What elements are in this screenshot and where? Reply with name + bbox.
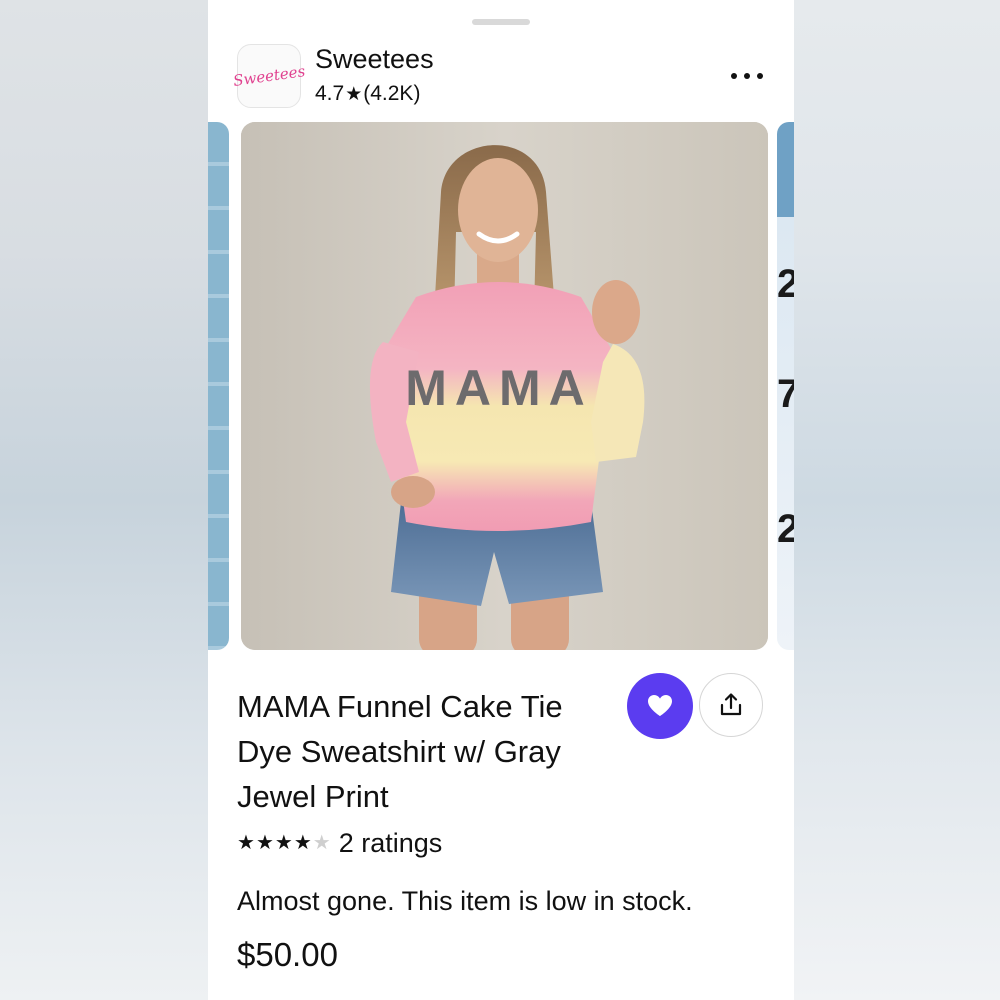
star-rating: ★ ★ ★ ★ ★ [237, 833, 331, 853]
product-image[interactable]: MAMA [241, 122, 768, 650]
favorite-button[interactable] [627, 673, 693, 739]
shirt-print-text: MAMA [405, 360, 593, 416]
previous-image-peek[interactable] [208, 122, 229, 650]
share-icon [720, 693, 742, 716]
shop-rating-count: (4.2K) [363, 82, 421, 105]
share-button[interactable] [699, 673, 763, 737]
peek-digit: 2 [777, 262, 794, 306]
star-filled-icon: ★ [237, 832, 255, 854]
background-blur-left [0, 0, 208, 1000]
shop-rating: 4.7★(4.2K) [315, 82, 420, 106]
shop-logo[interactable]: Sweetees [232, 44, 306, 108]
listing-sheet: Sweetees Sweetees 4.7★(4.2K) MAMA 2 7 2 … [208, 0, 794, 1000]
shop-name[interactable]: Sweetees [315, 44, 434, 75]
star-filled-icon: ★ [255, 832, 274, 854]
heart-icon [648, 695, 672, 716]
peek-digit: 2 [777, 507, 794, 551]
more-horizontal-icon [731, 73, 737, 79]
star-empty-icon: ★ [312, 832, 331, 854]
more-options-button[interactable] [727, 62, 767, 90]
shop-rating-star-icon: ★ [345, 84, 363, 105]
background-blur-right [794, 0, 1000, 1000]
star-filled-icon: ★ [274, 832, 293, 854]
sheet-grabber[interactable] [472, 19, 530, 25]
product-price: $50.00 [237, 936, 338, 973]
star-filled-icon: ★ [293, 832, 312, 854]
product-title: MAMA Funnel Cake Tie Dye Sweatshirt w/ G… [237, 689, 563, 814]
shop-logo-text: Sweetees [231, 62, 307, 90]
shop-rating-value: 4.7 [315, 82, 345, 105]
ratings-count: 2 ratings [338, 827, 443, 858]
more-dot [757, 73, 763, 79]
next-image-peek[interactable]: 2 7 2 [777, 122, 794, 650]
stock-message: Almost gone. This item is low in stock. [237, 886, 693, 916]
peek-digit: 7 [777, 372, 794, 416]
image-carousel[interactable]: MAMA 2 7 2 [208, 122, 794, 650]
product-photo-illustration: MAMA [241, 122, 768, 650]
shop-header[interactable]: Sweetees Sweetees 4.7★(4.2K) [232, 42, 767, 112]
more-dot [744, 73, 750, 79]
product-ratings[interactable]: ★ ★ ★ ★ ★ 2 ratings [237, 828, 442, 858]
